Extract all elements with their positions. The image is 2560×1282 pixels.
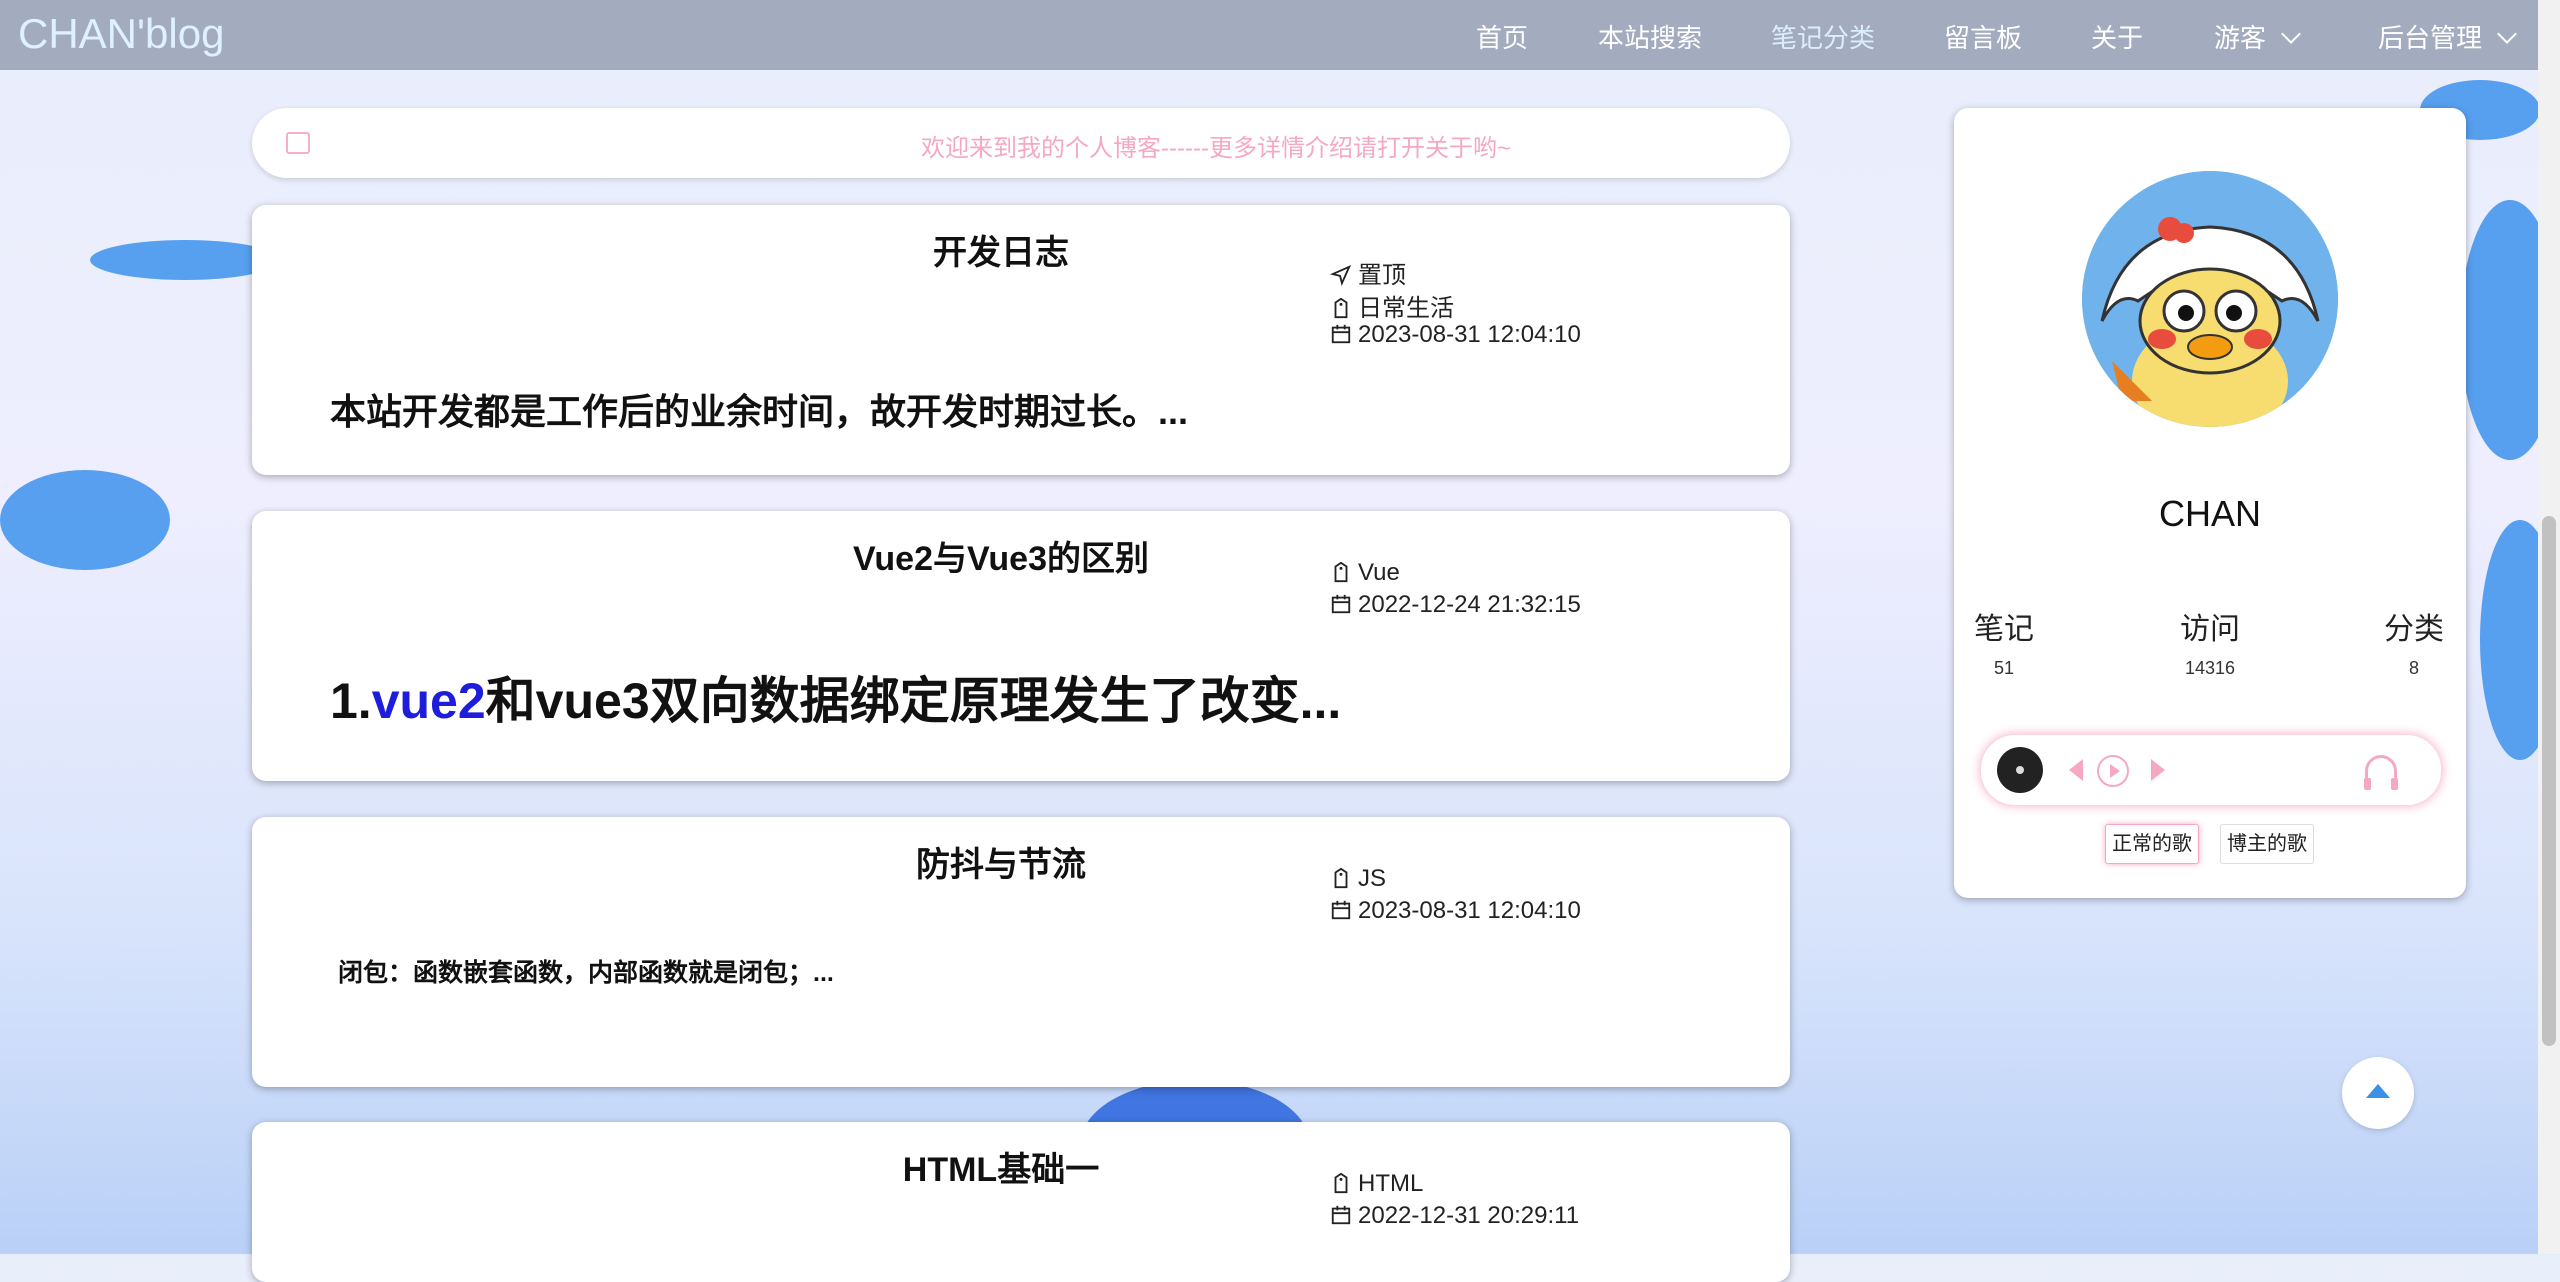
- post-excerpt: 1.vue2和vue3双向数据绑定原理发生了改变...: [330, 661, 1341, 733]
- disc-icon: [1997, 747, 2043, 793]
- calendar-icon: [1331, 900, 1351, 920]
- nav-item-guestbook[interactable]: 留言板: [1944, 18, 2022, 55]
- post-date: 2023-08-31 12:04:10: [1330, 897, 1581, 925]
- previous-track-icon[interactable]: [2069, 759, 2083, 781]
- stat-label: 分类: [2384, 613, 2444, 646]
- site-brand[interactable]: CHAN'blog: [18, 10, 224, 58]
- post-pinned: 置顶: [1329, 255, 1406, 290]
- post-excerpt: 闭包：函数嵌套函数，内部函数就是闭包；...: [338, 959, 834, 987]
- profile-name: CHAN: [2158, 493, 2261, 534]
- stat-value: 8: [2408, 658, 2419, 678]
- stat-label: 笔记: [1974, 613, 2034, 646]
- post-title[interactable]: HTML基础一: [252, 1142, 1790, 1191]
- post-category: 日常生活: [1330, 288, 1454, 323]
- play-icon[interactable]: [2097, 755, 2129, 787]
- excerpt-rest: 和vue3双向数据绑定原理发生了改变...: [485, 673, 1342, 729]
- post-title[interactable]: Vue2与Vue3的区别: [252, 531, 1790, 580]
- post-card[interactable]: Vue2与Vue3的区别 Vue 2022-12-24 21:32:15 1.v…: [252, 511, 1790, 781]
- post-card[interactable]: HTML基础一 HTML 2022-12-31 20:29:11: [252, 1122, 1790, 1282]
- category-label[interactable]: 日常生活: [1358, 295, 1454, 322]
- post-card[interactable]: 防抖与节流 JS 2023-08-31 12:04:10 闭包：函数嵌套函数，内…: [252, 817, 1790, 1087]
- excerpt-prefix: 1.: [330, 673, 372, 729]
- date-label: 2023-08-31 12:04:10: [1358, 897, 1581, 924]
- post-date: 2023-08-31 12:04:10: [1330, 321, 1581, 349]
- nav-item-about[interactable]: 关于: [2091, 18, 2143, 55]
- tag-icon: [1334, 867, 1348, 889]
- nav-item-home[interactable]: 首页: [1476, 18, 1528, 55]
- page-scrollbar[interactable]: [2538, 0, 2560, 1254]
- tag-icon: [1334, 1172, 1348, 1194]
- post-category: JS: [1330, 865, 1386, 893]
- stat-label: 访问: [2180, 613, 2240, 646]
- date-label: 2023-08-31 12:04:10: [1358, 321, 1581, 348]
- nav-item-admin-label: 后台管理: [2378, 23, 2483, 53]
- nav-item-guest-label: 游客: [2214, 23, 2267, 53]
- scrollbar-thumb[interactable]: [2542, 516, 2556, 1046]
- notice-text: 欢迎来到我的个人博客------更多详情介绍请打开关于哟~: [921, 135, 1511, 162]
- nav-item-guest[interactable]: 游客: [2214, 18, 2301, 55]
- date-label: 2022-12-24 21:32:15: [1358, 591, 1581, 618]
- notice-bar: 欢迎来到我的个人博客------更多详情介绍请打开关于哟~: [252, 108, 1790, 178]
- blogger-songs-button[interactable]: 博主的歌: [2220, 824, 2314, 864]
- nav-item-search[interactable]: 本站搜索: [1598, 18, 1702, 55]
- post-title[interactable]: 开发日志: [252, 225, 1790, 274]
- pinned-label: 置顶: [1358, 262, 1406, 289]
- stat-notes[interactable]: 笔记 51: [1944, 604, 2064, 679]
- chevron-down-icon: [2497, 24, 2517, 44]
- category-label[interactable]: JS: [1358, 865, 1386, 892]
- calendar-icon: [1331, 324, 1351, 344]
- calendar-icon: [1331, 594, 1351, 614]
- post-title[interactable]: 防抖与节流: [252, 837, 1790, 886]
- post-date: 2022-12-24 21:32:15: [1330, 591, 1581, 619]
- top-navbar: CHAN'blog 首页 本站搜索 笔记分类 留言板 关于 游客 后台管理: [0, 0, 2538, 70]
- profile-sidebar: CHAN 笔记 51 访问 14316 分类 8 正常的歌 博主的歌: [1954, 108, 2466, 898]
- excerpt-highlight: vue2: [371, 673, 486, 729]
- category-label[interactable]: Vue: [1358, 559, 1400, 586]
- avatar-illustration: [2082, 171, 2338, 427]
- post-excerpt: 本站开发都是工作后的业余时间，故开发时期过长。...: [330, 391, 1189, 432]
- stat-value: 51: [1993, 658, 2015, 678]
- chevron-down-icon: [2281, 24, 2301, 44]
- calendar-icon: [1331, 1205, 1351, 1225]
- nav-item-categories[interactable]: 笔记分类: [1771, 18, 1875, 55]
- post-category: Vue: [1330, 559, 1400, 587]
- avatar: [2082, 171, 2338, 427]
- background-splash: [0, 470, 170, 570]
- music-player: [1980, 734, 2442, 806]
- pin-arrow-icon: [1329, 264, 1352, 287]
- headphone-icon[interactable]: [2364, 755, 2398, 790]
- stat-value: 14316: [2184, 658, 2236, 678]
- normal-songs-button[interactable]: 正常的歌: [2105, 824, 2199, 864]
- stat-visits[interactable]: 访问 14316: [2150, 604, 2270, 679]
- date-label: 2022-12-31 20:29:11: [1358, 1202, 1580, 1229]
- tag-icon: [1334, 561, 1348, 583]
- nav-item-admin[interactable]: 后台管理: [2378, 18, 2517, 55]
- post-card[interactable]: 开发日志 置顶 日常生活 2023-08-31 12:04:10 本站开发都是工…: [252, 205, 1790, 475]
- tag-icon: [1334, 297, 1348, 319]
- category-label[interactable]: HTML: [1358, 1170, 1423, 1197]
- post-category: HTML: [1330, 1170, 1423, 1198]
- post-date: 2022-12-31 20:29:11: [1330, 1202, 1579, 1230]
- next-track-icon[interactable]: [2151, 759, 2165, 781]
- stat-categories[interactable]: 分类 8: [2354, 604, 2474, 679]
- back-to-top-button[interactable]: [2342, 1057, 2414, 1129]
